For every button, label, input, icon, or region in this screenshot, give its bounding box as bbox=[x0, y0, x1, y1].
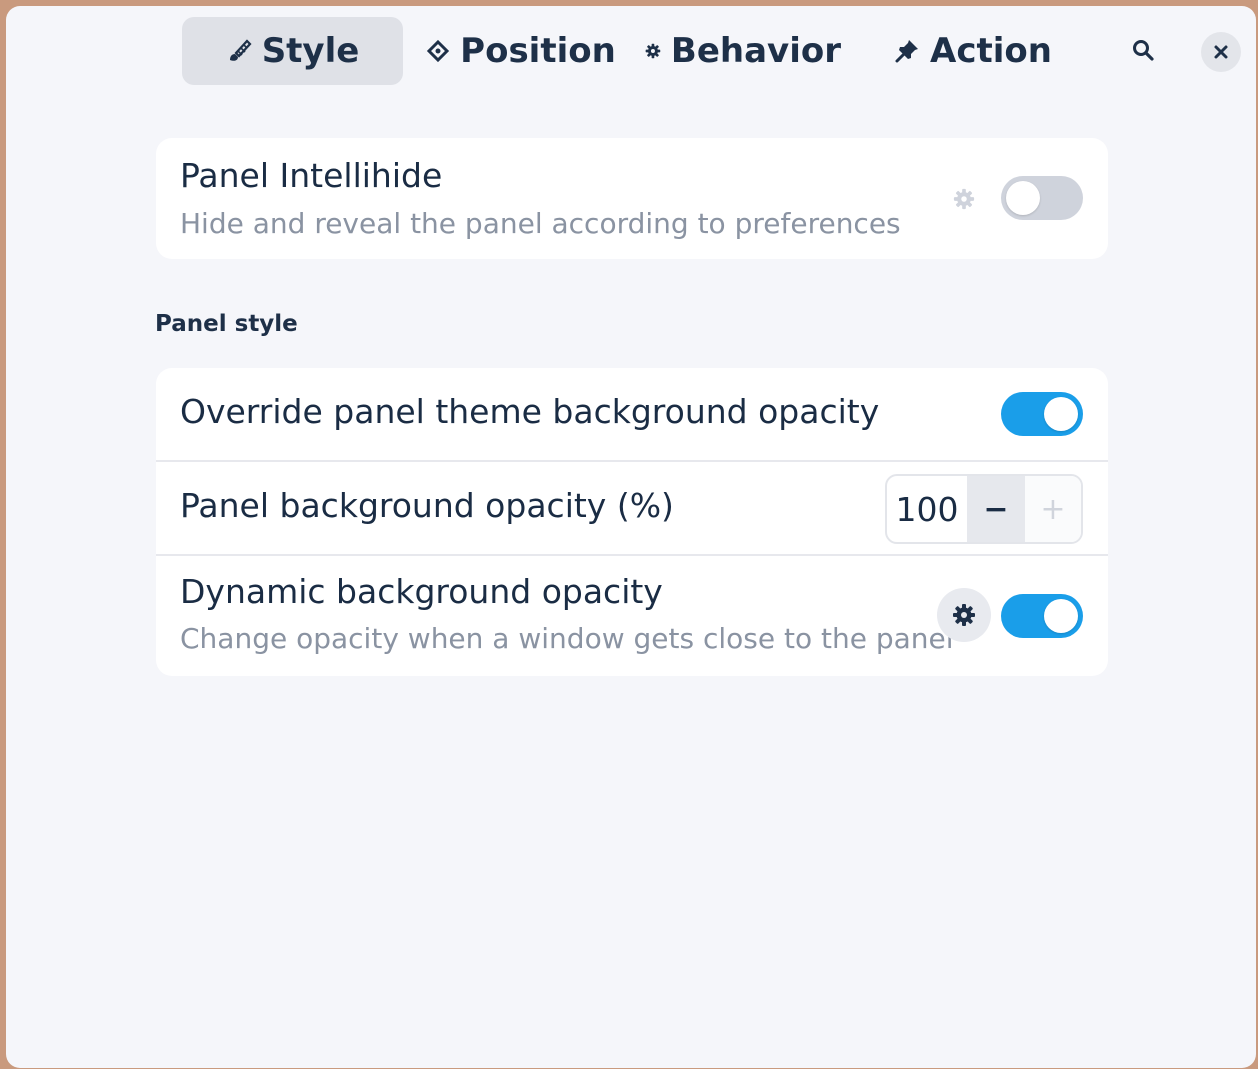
switch-knob bbox=[1006, 181, 1040, 215]
search-button[interactable] bbox=[1123, 30, 1163, 70]
intellihide-title: Panel Intellihide bbox=[180, 156, 443, 195]
dynamic-opacity-subtitle: Change opacity when a window gets close … bbox=[180, 622, 954, 655]
gear-icon bbox=[645, 43, 661, 59]
intellihide-subtitle: Hide and reveal the panel according to p… bbox=[180, 207, 901, 240]
override-opacity-switch[interactable] bbox=[1001, 392, 1083, 436]
increment-button[interactable]: + bbox=[1025, 476, 1081, 542]
close-icon bbox=[1214, 45, 1228, 59]
position-target-icon bbox=[427, 39, 450, 63]
dynamic-opacity-switch[interactable] bbox=[1001, 594, 1083, 638]
pin-icon bbox=[895, 40, 919, 63]
dynamic-opacity-settings-button[interactable] bbox=[937, 588, 991, 642]
bg-opacity-row: Panel background opacity (%) 100 − + bbox=[156, 462, 1108, 554]
bg-opacity-spinbutton: 100 − + bbox=[885, 474, 1083, 544]
gear-icon bbox=[953, 188, 975, 210]
panel-style-card: Override panel theme background opacity … bbox=[156, 368, 1108, 676]
tab-style[interactable]: Style bbox=[182, 17, 403, 85]
dynamic-opacity-row: Dynamic background opacity Change opacit… bbox=[156, 556, 1108, 676]
intellihide-settings-button[interactable] bbox=[942, 182, 986, 216]
tab-behavior[interactable]: Behavior bbox=[645, 17, 841, 85]
bg-opacity-title: Panel background opacity (%) bbox=[180, 486, 674, 525]
paintbrush-icon bbox=[229, 39, 252, 61]
settings-window: Style Position Behavior Action Panel Int… bbox=[6, 6, 1256, 1068]
intellihide-card: Panel Intellihide Hide and reveal the pa… bbox=[156, 138, 1108, 259]
search-icon bbox=[1133, 40, 1154, 61]
override-opacity-row: Override panel theme background opacity bbox=[156, 368, 1108, 460]
tab-action[interactable]: Action bbox=[888, 17, 1058, 85]
override-opacity-title: Override panel theme background opacity bbox=[180, 392, 880, 431]
tab-position-label: Position bbox=[460, 31, 616, 71]
decrement-button[interactable]: − bbox=[967, 476, 1025, 542]
tab-action-label: Action bbox=[930, 31, 1052, 71]
switch-knob bbox=[1044, 599, 1078, 633]
gear-icon bbox=[953, 604, 975, 626]
tab-style-label: Style bbox=[261, 31, 360, 71]
close-button[interactable] bbox=[1201, 32, 1241, 72]
section-label-panel-style: Panel style bbox=[155, 311, 298, 337]
intellihide-switch[interactable] bbox=[1001, 176, 1083, 220]
tab-behavior-label: Behavior bbox=[670, 31, 841, 71]
bg-opacity-value[interactable]: 100 bbox=[887, 476, 967, 542]
tab-position[interactable]: Position bbox=[426, 17, 616, 85]
switch-knob bbox=[1044, 397, 1078, 431]
dynamic-opacity-title: Dynamic background opacity bbox=[180, 572, 663, 611]
